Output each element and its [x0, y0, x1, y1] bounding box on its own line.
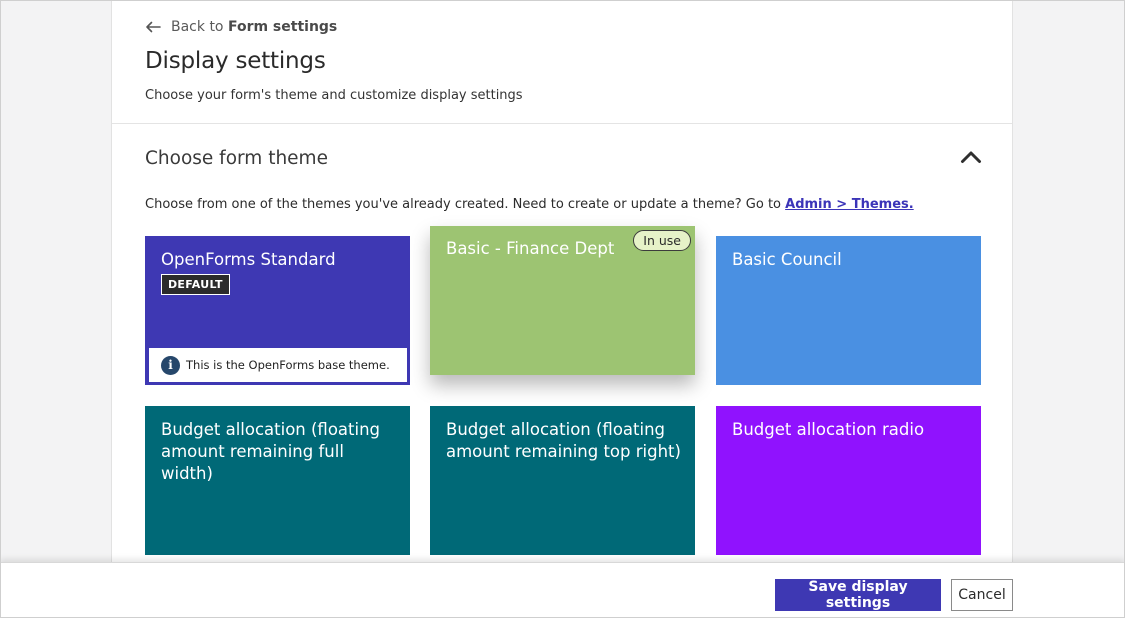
page-subtitle: Choose your form's theme and customize d…: [145, 88, 523, 103]
theme-name: OpenForms Standard: [161, 250, 336, 269]
theme-name: Budget allocation (floating amount remai…: [161, 420, 381, 483]
theme-note-text: This is the OpenForms base theme.: [186, 358, 390, 372]
collapse-section-button[interactable]: [958, 146, 984, 168]
default-badge: DEFAULT: [161, 274, 230, 295]
theme-note: i This is the OpenForms base theme.: [149, 348, 407, 382]
theme-card-budget-allocation-top-right[interactable]: Budget allocation (floating amount remai…: [430, 406, 695, 555]
back-link-label: Back to Form settings: [171, 19, 338, 35]
theme-name: Budget allocation (floating amount remai…: [446, 420, 681, 461]
admin-themes-link[interactable]: Admin > Themes.: [785, 197, 914, 212]
settings-panel: Back to Form settings Display settings C…: [111, 0, 1013, 618]
theme-name: Budget allocation radio: [732, 420, 925, 439]
theme-card-basic-council[interactable]: Basic Council: [716, 236, 981, 385]
arrow-left-icon: [146, 21, 161, 33]
save-display-settings-button[interactable]: Save display settings: [775, 579, 941, 611]
theme-card-basic-finance-dept[interactable]: Basic - Finance Dept In use: [430, 226, 695, 375]
page-title: Display settings: [145, 48, 326, 74]
theme-card-budget-allocation-full-width[interactable]: Budget allocation (floating amount remai…: [145, 406, 410, 555]
theme-card-openforms-standard[interactable]: OpenForms Standard DEFAULT i This is the…: [145, 236, 410, 385]
in-use-badge: In use: [633, 230, 691, 251]
theme-card-budget-allocation-radio[interactable]: Budget allocation radio: [716, 406, 981, 555]
theme-name: Basic Council: [732, 250, 842, 269]
header-divider: [112, 123, 1012, 124]
helper-text: Choose from one of the themes you've alr…: [145, 197, 786, 212]
cancel-button[interactable]: Cancel: [951, 579, 1013, 611]
section-title: Choose form theme: [145, 148, 328, 169]
theme-helper-text: Choose from one of the themes you've alr…: [145, 197, 914, 212]
footer-action-bar: Save display settings Cancel: [0, 562, 1125, 618]
chevron-up-icon: [961, 151, 981, 163]
info-icon: i: [161, 355, 180, 375]
back-to-form-settings-link[interactable]: Back to Form settings: [145, 17, 337, 37]
